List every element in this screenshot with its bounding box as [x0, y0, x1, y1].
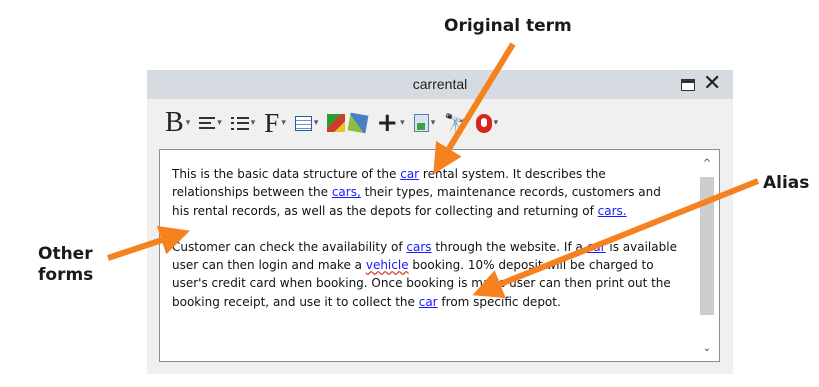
arrow-alias	[472, 178, 760, 299]
arrow-other-forms	[107, 225, 190, 261]
callout-arrows	[107, 42, 760, 299]
arrow-original-term	[433, 42, 516, 175]
